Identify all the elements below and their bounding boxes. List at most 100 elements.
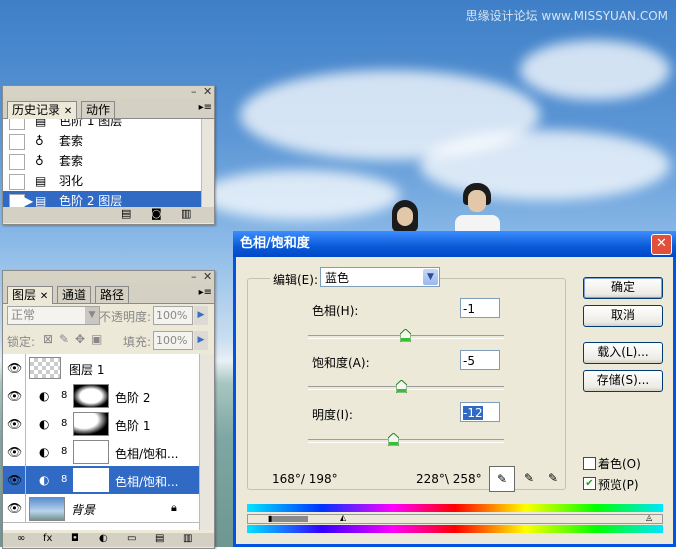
saturation-slider-thumb[interactable]: [396, 380, 407, 393]
edit-channel-select[interactable]: 蓝色 ▼: [320, 267, 440, 287]
cloud: [200, 170, 400, 220]
preview-checkbox[interactable]: ✔: [583, 477, 596, 490]
new-document-icon[interactable]: ▤: [121, 207, 131, 220]
close-icon[interactable]: ✕: [203, 85, 212, 98]
trash-icon[interactable]: ▥: [183, 533, 192, 544]
close-icon[interactable]: ✕: [40, 291, 48, 302]
add-mask-icon[interactable]: ◘: [71, 533, 79, 544]
snapshot-checkbox[interactable]: [9, 174, 25, 190]
panel-menu-icon[interactable]: ▸≡: [199, 287, 212, 298]
range-handle-icon[interactable]: ◭: [340, 513, 346, 522]
new-layer-icon[interactable]: ▤: [155, 533, 164, 544]
chain-link-icon[interactable]: 8: [61, 474, 67, 485]
minimize-icon[interactable]: –: [191, 270, 197, 283]
layer-thumbnail: [29, 357, 61, 379]
panel-titlebar[interactable]: – ✕: [3, 85, 214, 98]
history-item[interactable]: ♁ 套索: [3, 131, 201, 152]
layer-style-icon[interactable]: fx: [43, 533, 52, 544]
blend-mode-select[interactable]: 正常 ▼: [7, 306, 100, 325]
snapshot-checkbox[interactable]: [9, 119, 25, 130]
chevron-down-icon[interactable]: ▼: [423, 269, 438, 285]
tab-history[interactable]: 历史记录 ✕: [7, 101, 78, 119]
save-button[interactable]: 存储(S)...: [583, 370, 663, 392]
hue-slider-thumb[interactable]: [400, 329, 411, 342]
range-handle-icon[interactable]: ▮: [268, 514, 272, 523]
opacity-arrow-icon[interactable]: ▶: [194, 306, 208, 325]
eye-icon[interactable]: 👁: [7, 445, 22, 459]
eye-icon[interactable]: 👁: [7, 417, 22, 431]
hue-input[interactable]: -1: [460, 298, 500, 318]
layer-row[interactable]: 👁 ◐ 8 色阶 2: [3, 382, 199, 411]
layer-mask-thumbnail[interactable]: [73, 468, 109, 492]
panel-titlebar[interactable]: – ✕: [3, 270, 214, 283]
snapshot-checkbox[interactable]: [9, 134, 25, 150]
eye-icon[interactable]: 👁: [7, 361, 22, 375]
trash-icon[interactable]: ▥: [181, 207, 191, 220]
range-handle-icon[interactable]: ◬: [646, 513, 652, 522]
colorize-checkbox[interactable]: [583, 457, 596, 470]
fill-arrow-icon[interactable]: ▶: [194, 331, 208, 350]
lightness-slider-thumb[interactable]: [388, 433, 399, 446]
chain-link-icon[interactable]: 8: [61, 446, 67, 457]
layers-scrollbar[interactable]: [199, 354, 214, 530]
layers-list: 👁 图层 1 👁 ◐ 8 色阶 2 👁 ◐ 8 色阶 1 👁 ◐ 8 色相/饱和…: [3, 354, 199, 530]
adjustment-icon[interactable]: ◐: [99, 533, 108, 544]
tab-paths[interactable]: 路径: [95, 286, 130, 303]
history-item-selected[interactable]: ▶ ▤ 色阶 2 图层: [3, 191, 201, 207]
camera-icon[interactable]: ◙: [151, 207, 162, 220]
history-item[interactable]: ▤ 羽化: [3, 171, 201, 192]
eye-icon[interactable]: 👁: [7, 473, 22, 487]
minimize-icon[interactable]: –: [191, 85, 197, 98]
eyedropper-icon[interactable]: ✎: [489, 466, 515, 492]
snapshot-checkbox[interactable]: [9, 194, 25, 207]
close-icon[interactable]: ✕: [203, 270, 212, 283]
history-scrollbar[interactable]: [201, 119, 214, 207]
fill-input[interactable]: 100%: [153, 331, 193, 350]
close-icon[interactable]: ✕: [64, 106, 72, 117]
preview-label: 预览(P): [598, 478, 639, 492]
layer-row[interactable]: 👁 图层 1: [3, 354, 199, 383]
lightness-slider-track[interactable]: [308, 439, 504, 443]
chain-link-icon[interactable]: 8: [61, 418, 67, 429]
eye-icon[interactable]: 👁: [7, 389, 22, 403]
group-icon[interactable]: ▭: [127, 533, 136, 544]
dialog-titlebar[interactable]: 色相/饱和度 ✕: [233, 231, 676, 257]
layer-mask-thumbnail[interactable]: [73, 412, 109, 436]
close-button[interactable]: ✕: [651, 234, 672, 255]
range-center-bar[interactable]: [270, 516, 308, 522]
tab-layers[interactable]: 图层 ✕: [7, 286, 54, 304]
hue-saturation-dialog: 色相/饱和度 ✕ 编辑(E): 蓝色 ▼ 色相(H): -1 饱和度(A): -…: [233, 231, 676, 547]
eyedropper-subtract-icon[interactable]: ✎: [543, 468, 563, 488]
tab-channels[interactable]: 通道: [57, 286, 92, 303]
chain-link-icon[interactable]: 8: [61, 390, 67, 401]
feather-icon: ▤: [35, 174, 47, 188]
chevron-down-icon[interactable]: ▼: [85, 307, 99, 324]
layer-row-selected[interactable]: 👁 ◐ 8 色相/饱和...: [3, 466, 199, 495]
lock-transparent-icon[interactable]: ⊠: [43, 332, 53, 346]
layer-row[interactable]: 👁 ◐ 8 色相/饱和...: [3, 438, 199, 467]
history-state-marker-icon[interactable]: ▶: [24, 191, 33, 207]
adjustment-layer-icon: ◐: [39, 417, 50, 431]
layer-row[interactable]: 👁 背景 🔒︎: [3, 494, 199, 523]
lightness-input[interactable]: -12: [460, 402, 500, 422]
tab-actions[interactable]: 动作: [81, 101, 116, 118]
layer-mask-thumbnail[interactable]: [73, 440, 109, 464]
cancel-button[interactable]: 取消: [583, 305, 663, 327]
opacity-input[interactable]: 100%: [153, 306, 193, 325]
range-slider-track[interactable]: ▮ ◭ ◬: [247, 513, 663, 524]
load-button[interactable]: 载入(L)...: [583, 342, 663, 364]
panel-menu-icon[interactable]: ▸≡: [199, 102, 212, 113]
ok-button[interactable]: 确定: [583, 277, 663, 299]
snapshot-checkbox[interactable]: [9, 154, 25, 170]
layer-row[interactable]: 👁 ◐ 8 色阶 1: [3, 410, 199, 439]
dialog-title: 色相/饱和度: [240, 236, 310, 251]
lock-image-icon[interactable]: ✎: [59, 332, 69, 346]
eyedropper-add-icon[interactable]: ✎: [519, 468, 539, 488]
saturation-input[interactable]: -5: [460, 350, 500, 370]
lock-all-icon[interactable]: ▣: [91, 332, 102, 346]
history-item[interactable]: ♁ 套索: [3, 151, 201, 172]
lock-position-icon[interactable]: ✥: [75, 332, 85, 346]
eye-icon[interactable]: 👁: [7, 501, 22, 515]
layer-mask-thumbnail[interactable]: [73, 384, 109, 408]
link-layers-icon[interactable]: ∞: [17, 533, 25, 544]
